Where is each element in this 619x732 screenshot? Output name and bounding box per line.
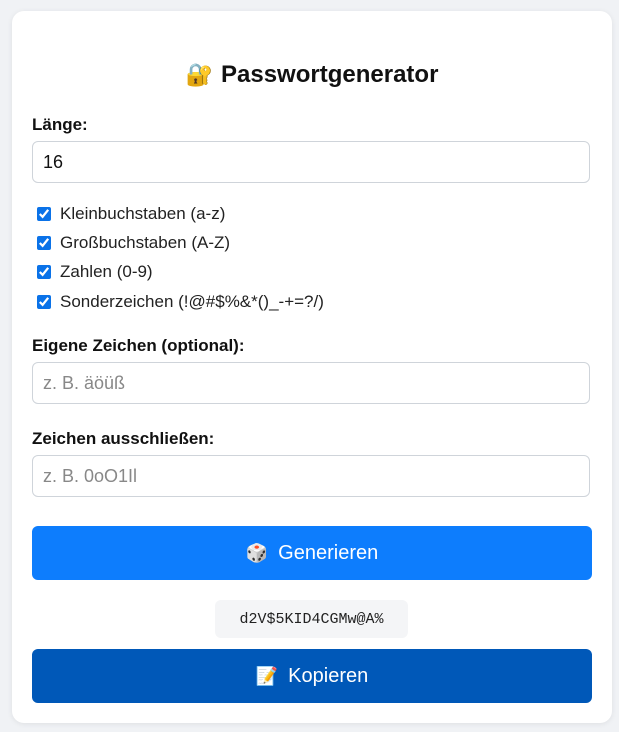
lowercase-checkbox[interactable] (37, 207, 51, 221)
page-title: 🔐 Passwortgenerator (12, 61, 612, 89)
option-label: Zahlen (0-9) (60, 262, 153, 281)
option-numbers[interactable]: Zahlen (0-9) (36, 261, 153, 283)
exclude-chars-input[interactable] (32, 455, 590, 497)
option-uppercase[interactable]: Großbuchstaben (A-Z) (36, 232, 230, 254)
generate-label: Generieren (278, 541, 379, 564)
custom-chars-input[interactable] (32, 362, 590, 404)
option-label: Kleinbuchstaben (a-z) (60, 204, 226, 223)
lock-key-icon: 🔐 (185, 62, 213, 87)
copy-button[interactable]: 📝 Kopieren (32, 649, 592, 703)
special-checkbox[interactable] (37, 295, 51, 309)
length-input[interactable] (32, 141, 590, 183)
dice-icon: 🎲 (245, 542, 269, 563)
option-special[interactable]: Sonderzeichen (!@#$%&*()_-+=?/) (36, 291, 324, 313)
generator-card: 🔐 Passwortgenerator Länge: Kleinbuchstabe… (12, 11, 612, 723)
custom-chars-label: Eigene Zeichen (optional): (32, 336, 245, 355)
generate-button[interactable]: 🎲 Generieren (32, 526, 592, 580)
copy-label: Kopieren (288, 664, 369, 687)
password-output: d2V$5KID4CGMw@A% (215, 600, 408, 638)
option-label: Sonderzeichen (!@#$%&*()_-+=?/) (60, 292, 324, 311)
numbers-checkbox[interactable] (37, 265, 51, 279)
exclude-chars-label: Zeichen ausschließen: (32, 429, 215, 448)
title-text: Passwortgenerator (221, 61, 439, 88)
uppercase-checkbox[interactable] (37, 236, 51, 250)
memo-pencil-icon: 📝 (255, 665, 279, 686)
option-lowercase[interactable]: Kleinbuchstaben (a-z) (36, 203, 225, 225)
length-label: Länge: (32, 115, 88, 134)
option-label: Großbuchstaben (A-Z) (60, 233, 231, 252)
